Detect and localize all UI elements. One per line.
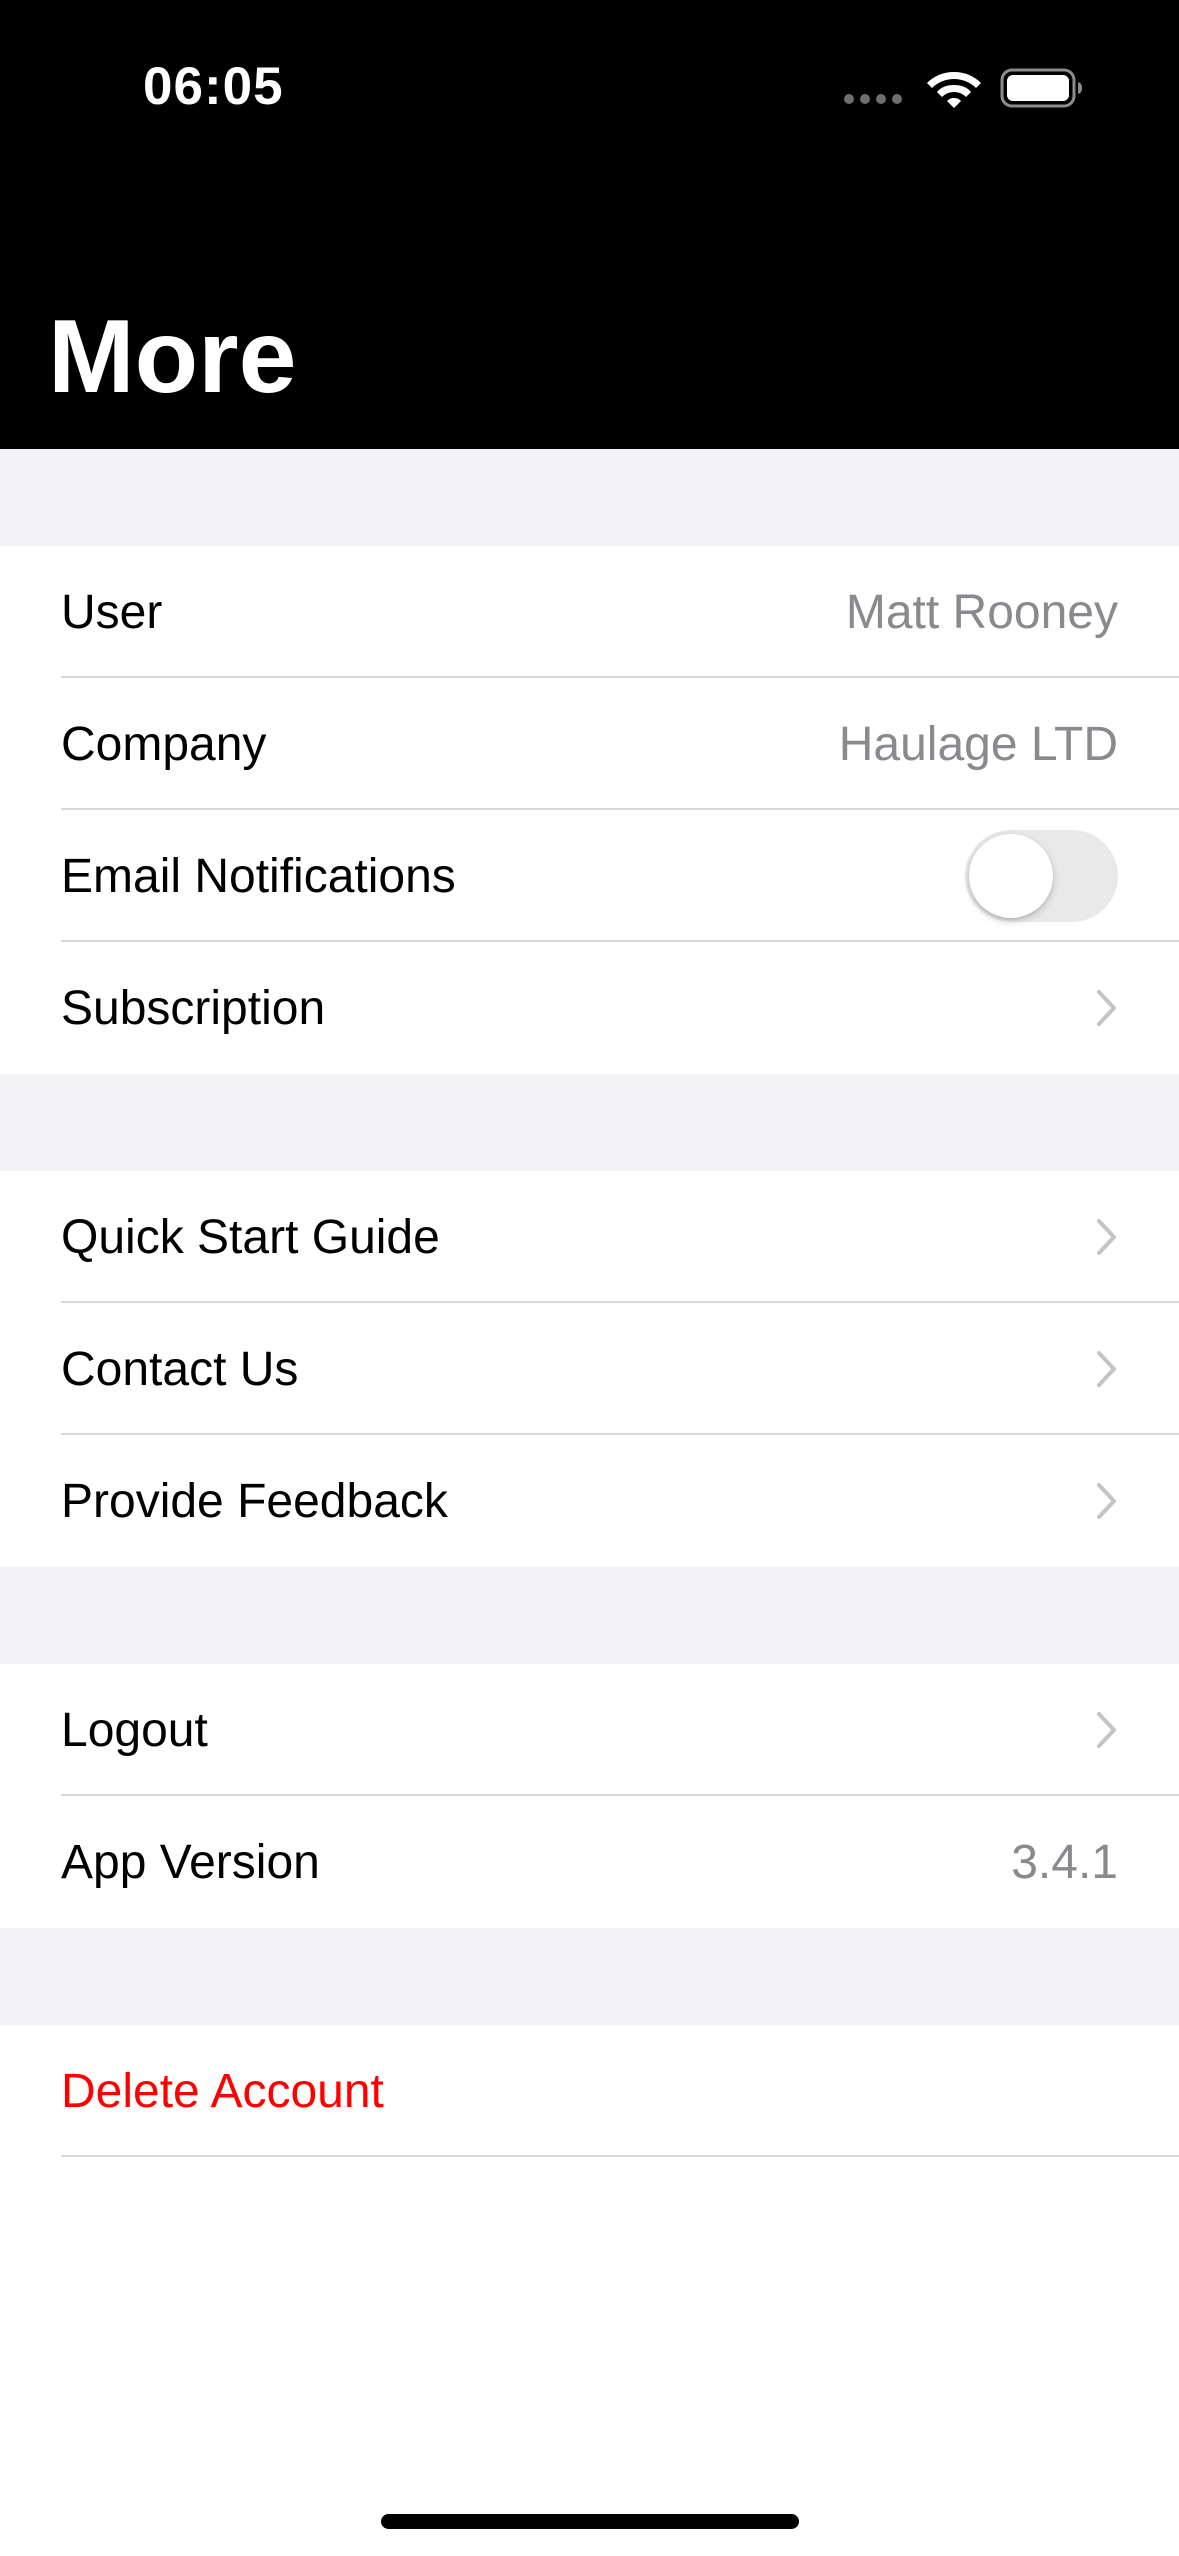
status-bar-time: 06:05 [143,57,284,116]
navigation-header: 06:05 More [0,0,1179,449]
user-label: User [61,585,163,639]
section-spacer [0,1074,1179,1171]
provide-feedback-row[interactable]: Provide Feedback [0,1435,1179,1567]
provide-feedback-label: Provide Feedback [61,1474,448,1528]
subscription-label: Subscription [61,981,326,1035]
page-title: More [48,299,297,415]
contact-us-row[interactable]: Contact Us [0,1303,1179,1435]
quick-start-guide-label: Quick Start Guide [61,1210,440,1264]
chevron-right-icon [1097,1712,1116,1748]
logout-row[interactable]: Logout [0,1664,1179,1796]
section-spacer [0,1567,1179,1664]
wifi-icon [927,72,981,108]
chevron-right-icon [1097,990,1116,1026]
chevron-right-icon [1097,1351,1116,1387]
subscription-row[interactable]: Subscription [0,942,1179,1074]
delete-account-row[interactable]: Delete Account [0,2025,1179,2157]
toggle-knob [969,834,1053,918]
email-notifications-label: Email Notifications [61,849,456,903]
company-value: Haulage LTD [838,717,1118,771]
status-bar-icons [844,64,1084,112]
app-version-value: 3.4.1 [1011,1835,1118,1889]
quick-start-guide-row[interactable]: Quick Start Guide [0,1171,1179,1303]
cellular-signal-icon [844,94,902,104]
contact-us-label: Contact Us [61,1342,299,1396]
company-label: Company [61,717,267,771]
home-indicator[interactable] [381,2514,799,2529]
danger-section: Delete Account [0,2025,1179,2157]
help-section: Quick Start Guide Contact Us Provide Fee… [0,1171,1179,1567]
chevron-right-icon [1097,1483,1116,1519]
settings-list: User Matt Rooney Company Haulage LTD Ema… [0,449,1179,2157]
email-notifications-row: Email Notifications [0,810,1179,942]
section-spacer [0,1928,1179,2025]
account-section: User Matt Rooney Company Haulage LTD Ema… [0,546,1179,1074]
delete-account-label: Delete Account [61,2064,384,2118]
email-notifications-toggle[interactable] [965,830,1118,922]
chevron-right-icon [1097,1219,1116,1255]
logout-label: Logout [61,1703,208,1757]
company-row: Company Haulage LTD [0,678,1179,810]
app-version-label: App Version [61,1835,320,1889]
user-row: User Matt Rooney [0,546,1179,678]
user-value: Matt Rooney [845,585,1118,639]
battery-icon [1000,68,1082,108]
app-section: Logout App Version 3.4.1 [0,1664,1179,1928]
app-version-row: App Version 3.4.1 [0,1796,1179,1928]
section-spacer [0,449,1179,546]
